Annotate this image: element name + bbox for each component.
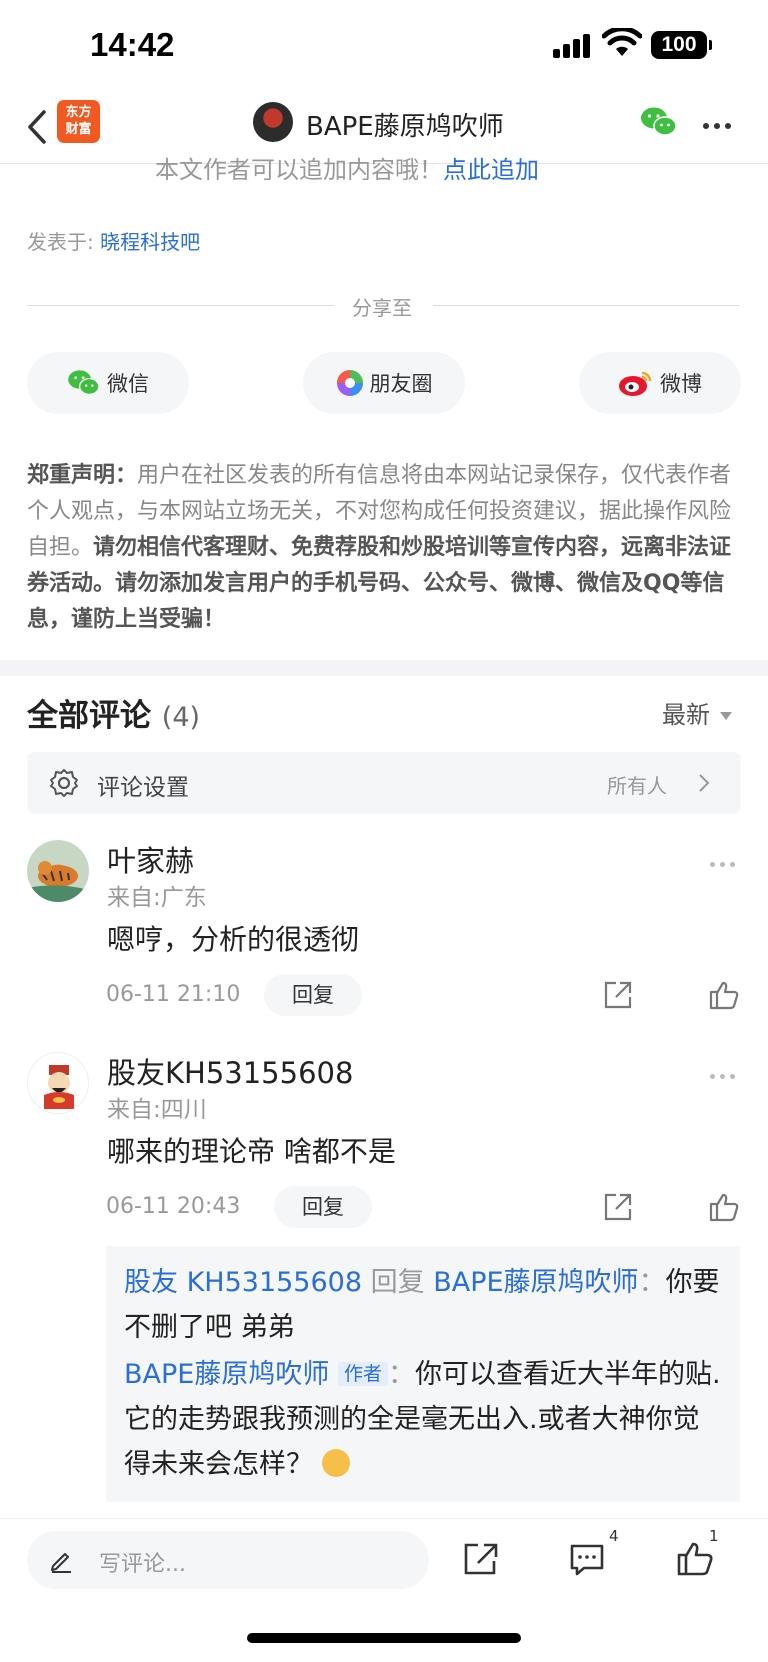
comment-time: 06-11 21:10 — [106, 982, 241, 1007]
author-avatar[interactable] — [253, 102, 293, 142]
reply-separator: ： — [387, 1359, 415, 1390]
more-options-icon[interactable] — [703, 114, 739, 130]
reply-author[interactable]: 股友 KH53155608 — [124, 1267, 362, 1298]
reply-author[interactable]: BAPE藤原鸠吹师 — [124, 1359, 329, 1390]
battery-indicator: 100 — [651, 31, 712, 59]
comment-count-badge: 4 — [609, 1527, 619, 1545]
share-wechat-label: 微信 — [107, 372, 149, 396]
disclaimer-warning: 请勿相信代客理财、免费荐股和炒股培训等宣传内容，远离非法证券活动。请勿添加发言用… — [27, 535, 732, 632]
caret-down-icon — [720, 712, 732, 720]
comment-author[interactable]: 叶家赫 — [107, 838, 194, 880]
comment-more-icon[interactable] — [710, 852, 740, 867]
cellular-signal-icon — [553, 34, 593, 58]
share-wechat-button[interactable]: 微信 — [27, 352, 189, 414]
section-divider — [0, 660, 768, 676]
gear-icon — [50, 769, 78, 797]
sort-dropdown[interactable]: 最新 — [662, 695, 732, 730]
disclaimer-notice: 郑重声明：用户在社区发表的所有信息将由本网站记录保存，仅代表作者个人观点，与本网… — [27, 458, 741, 638]
comment-icon[interactable] — [568, 1541, 606, 1577]
share-icon[interactable] — [603, 980, 633, 1010]
like-count-badge: 1 — [709, 1527, 719, 1545]
comment-location: 来自:广东 — [107, 885, 207, 911]
share-icon[interactable] — [603, 1192, 633, 1222]
share-icon[interactable] — [462, 1541, 500, 1577]
share-weibo-button[interactable]: 微博 — [579, 352, 741, 414]
status-bar: 14:42 100 — [0, 0, 768, 92]
reply-separator: ： — [638, 1267, 666, 1298]
fortune-god-avatar-image — [44, 1065, 74, 1109]
app-logo[interactable]: 东方 财富 — [57, 100, 100, 143]
back-arrow-icon[interactable] — [20, 104, 60, 150]
reply-button[interactable]: 回复 — [264, 974, 362, 1016]
comment-settings-label: 评论设置 — [97, 775, 189, 801]
comments-title: 全部评论 — [27, 698, 151, 734]
share-label: 分享至 — [352, 296, 412, 320]
avatar[interactable] — [27, 840, 89, 902]
reply-verb: 回复 — [370, 1267, 425, 1298]
wechat-icon — [68, 370, 100, 396]
comment-location: 来自:四川 — [107, 1097, 207, 1123]
tiger-avatar-image — [27, 861, 89, 902]
comment-text: 哪来的理论帝 啥都不是 — [107, 1135, 396, 1168]
comment-input-placeholder: 写评论... — [99, 1552, 186, 1577]
comment-author[interactable]: 股友KH53155608 — [107, 1050, 353, 1092]
home-indicator[interactable] — [247, 1633, 521, 1643]
sort-label: 最新 — [662, 701, 710, 729]
comments-count: (4) — [161, 702, 201, 733]
comment-settings-row[interactable]: 评论设置 所有人 — [27, 752, 741, 814]
comment-input[interactable]: 写评论... — [27, 1531, 429, 1589]
chevron-right-icon — [699, 774, 710, 792]
avatar[interactable] — [27, 1052, 89, 1114]
comments-header: 全部评论 (4) — [27, 690, 200, 735]
logo-text-line2: 财富 — [65, 122, 92, 137]
thumbs-up-icon[interactable] — [708, 1192, 740, 1222]
divider — [27, 305, 334, 306]
reply-item: 股友 KH53155608 回复 BAPE藤原鸠吹师：你要不删了吧 弟弟 — [124, 1260, 722, 1350]
reply-button[interactable]: 回复 — [274, 1186, 372, 1228]
comment-settings-value: 所有人 — [607, 774, 667, 798]
doge-emoji-icon — [321, 1449, 350, 1477]
moments-icon — [336, 370, 363, 396]
append-content-hint: 本文作者可以追加内容哦！点此追加 — [155, 150, 539, 180]
share-moments-button[interactable]: 朋友圈 — [303, 352, 465, 414]
posted-label: 发表于: — [27, 230, 94, 254]
reply-item: BAPE藤原鸠吹师 作者 ：你可以查看近大半年的贴.它的走势跟我预测的全是毫无出入… — [124, 1352, 722, 1487]
author-badge: 作者 — [337, 1362, 388, 1386]
share-weibo-label: 微博 — [660, 372, 702, 396]
append-content-link[interactable]: 点此追加 — [443, 156, 539, 180]
posted-in: 发表于: 晓程科技吧 — [27, 226, 200, 255]
divider — [433, 305, 740, 306]
forum-link[interactable]: 晓程科技吧 — [100, 230, 200, 254]
reply-target[interactable]: BAPE藤原鸠吹师 — [433, 1267, 638, 1298]
comment-text: 嗯哼，分析的很透彻 — [107, 923, 360, 956]
thumbs-up-icon[interactable] — [708, 980, 740, 1010]
wechat-share-icon[interactable] — [640, 106, 678, 138]
disclaimer-heading: 郑重声明： — [27, 463, 138, 488]
weibo-icon — [619, 371, 652, 396]
status-time: 14:42 — [90, 26, 175, 63]
append-hint-text: 本文作者可以追加内容哦！ — [155, 156, 443, 180]
comment-time: 06-11 20:43 — [106, 1194, 241, 1219]
pencil-icon — [51, 1553, 71, 1573]
thumbs-up-icon[interactable] — [676, 1541, 714, 1577]
reply-thread[interactable]: 股友 KH53155608 回复 BAPE藤原鸠吹师：你要不删了吧 弟弟 BAP… — [106, 1246, 740, 1502]
wifi-icon — [602, 28, 642, 56]
share-moments-label: 朋友圈 — [369, 372, 433, 396]
logo-text-line1: 东方 — [65, 105, 92, 120]
comment-more-icon[interactable] — [710, 1064, 740, 1079]
author-name[interactable]: BAPE藤原鸠吹师 — [306, 106, 504, 143]
